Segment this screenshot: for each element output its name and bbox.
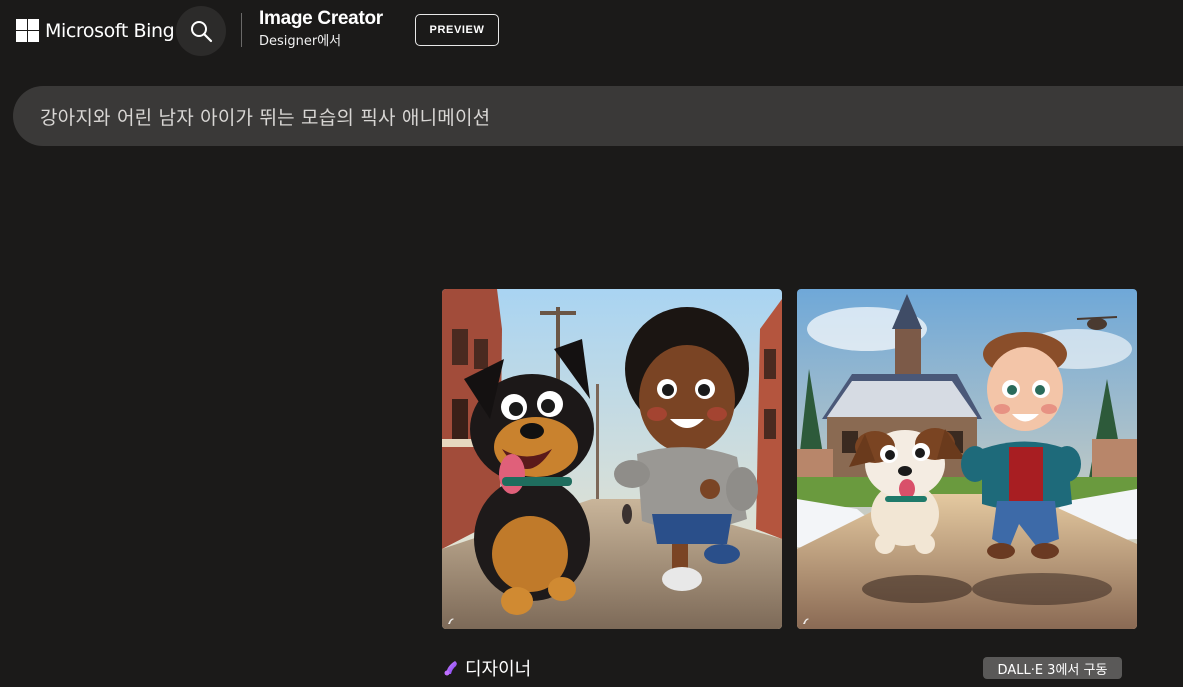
app-title: Image Creator <box>259 8 383 29</box>
watermark-icon <box>803 618 809 624</box>
brand-name: Microsoft Bing <box>45 19 175 42</box>
header-divider <box>241 13 242 47</box>
preview-badge: PREVIEW <box>415 14 499 46</box>
search-button[interactable] <box>176 6 226 56</box>
bing-logo-link[interactable]: Microsoft Bing <box>16 19 175 42</box>
top-bar: Microsoft Bing Image Creator Designer에서 … <box>0 0 1183 62</box>
prompt-text: 강아지와 어린 남자 아이가 뛰는 모습의 픽사 애니메이션 <box>40 106 491 129</box>
search-icon <box>191 21 213 43</box>
result-image-2[interactable] <box>797 289 1137 629</box>
result-image-1[interactable] <box>442 289 782 629</box>
watermark-icon <box>448 618 454 624</box>
generated-image-puppy-boy-street <box>442 289 782 629</box>
designer-icon <box>444 661 457 676</box>
app-title-block: Image Creator Designer에서 <box>259 8 383 50</box>
microsoft-logo-icon <box>16 19 39 42</box>
designer-link[interactable]: 디자이너 <box>443 655 531 681</box>
designer-label: 디자이너 <box>465 659 532 680</box>
generated-image-puppy-boy-snow <box>797 289 1137 629</box>
prompt-input[interactable]: 강아지와 어린 남자 아이가 뛰는 모습의 픽사 애니메이션 <box>13 86 1183 146</box>
app-subtitle: Designer에서 <box>259 34 342 49</box>
engine-badge: DALL·E 3에서 구동 <box>983 657 1122 679</box>
